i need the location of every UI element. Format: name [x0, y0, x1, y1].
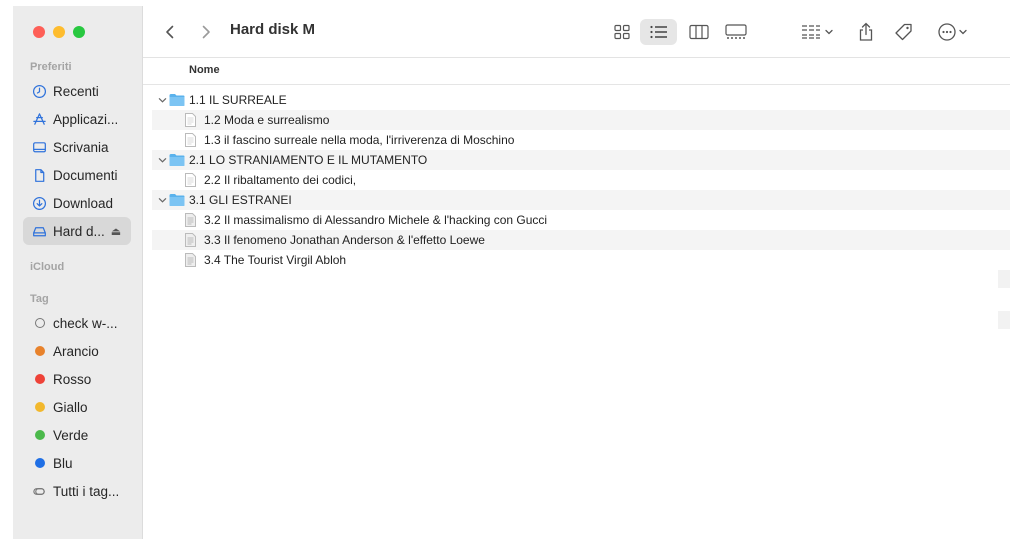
sidebar-item-hard-disk[interactable]: Hard d... ⏏	[23, 217, 131, 245]
list-item[interactable]: 1.3 il fascino surreale nella moda, l'ir…	[152, 130, 1010, 150]
finder-window: Preferiti Recenti Applicazi... Scrivania…	[13, 6, 1010, 539]
sidebar-item-downloads[interactable]: Download	[23, 189, 131, 217]
icon-view-button[interactable]	[609, 19, 635, 45]
disclosure-chevron-icon[interactable]	[156, 156, 169, 165]
icon-view-icon	[614, 24, 630, 40]
clock-icon	[32, 84, 47, 99]
document-file-icon	[185, 253, 196, 267]
zoom-button[interactable]	[73, 26, 85, 38]
gallery-view-button[interactable]	[721, 19, 751, 45]
download-icon	[32, 196, 47, 211]
folder-icon	[169, 153, 185, 167]
document-file-icon	[185, 133, 196, 147]
main-pane: Hard disk M Nome 1.1 IL SURREALE 1.2 Mod…	[143, 6, 1010, 539]
sidebar: Preferiti Recenti Applicazi... Scrivania…	[13, 6, 143, 539]
sidebar-item-recents[interactable]: Recenti	[23, 77, 131, 105]
window-controls	[33, 26, 85, 38]
window-title: Hard disk M	[230, 21, 316, 38]
group-icon	[802, 25, 833, 39]
document-file-icon	[185, 213, 196, 227]
column-header: Nome	[143, 58, 1010, 85]
sidebar-section-tags: Tag	[30, 293, 49, 305]
list-item[interactable]: 2.2 Il ribaltamento dei codici,	[152, 170, 1010, 190]
minimize-button[interactable]	[53, 26, 65, 38]
all-tags-icon	[32, 484, 47, 499]
file-list: 1.1 IL SURREALE 1.2 Moda e surrealismo 1…	[152, 90, 1010, 270]
sidebar-tag-green[interactable]: Verde	[23, 421, 131, 449]
sidebar-section-favorites: Preferiti	[30, 61, 72, 73]
folder-icon	[169, 93, 185, 107]
sidebar-tag-red[interactable]: Rosso	[23, 365, 131, 393]
sidebar-section-icloud: iCloud	[30, 261, 65, 273]
back-button[interactable]	[160, 19, 180, 45]
share-button[interactable]	[855, 19, 877, 45]
document-file-icon	[185, 113, 196, 127]
share-icon	[859, 22, 873, 41]
sidebar-tag-orange[interactable]: Arancio	[23, 337, 131, 365]
disclosure-chevron-icon[interactable]	[156, 96, 169, 105]
more-icon	[938, 23, 967, 41]
more-button[interactable]	[935, 19, 975, 45]
yellow-tag-dot-icon	[32, 400, 47, 415]
tag-ring-icon	[32, 316, 47, 331]
tag-icon	[895, 23, 912, 41]
folder-icon	[169, 193, 185, 207]
disclosure-chevron-icon[interactable]	[156, 196, 169, 205]
list-item[interactable]: 3.3 Il fenomeno Jonathan Anderson & l'ef…	[152, 230, 1010, 250]
chevron-left-icon	[166, 25, 174, 39]
document-file-icon	[185, 233, 196, 247]
forward-button[interactable]	[196, 19, 216, 45]
green-tag-dot-icon	[32, 428, 47, 443]
document-file-icon	[185, 173, 196, 187]
chevron-right-icon	[202, 25, 210, 39]
close-button[interactable]	[33, 26, 45, 38]
eject-icon[interactable]: ⏏	[111, 225, 121, 238]
orange-tag-dot-icon	[32, 344, 47, 359]
sidebar-tag-yellow[interactable]: Giallo	[23, 393, 131, 421]
list-item[interactable]: 3.1 GLI ESTRANEI	[152, 190, 1010, 210]
list-item[interactable]: 1.2 Moda e surrealismo	[152, 110, 1010, 130]
list-item[interactable]: 3.4 The Tourist Virgil Abloh	[152, 250, 1010, 270]
scroll-indicator[interactable]	[998, 270, 1010, 288]
gallery-view-icon	[725, 24, 747, 39]
list-item[interactable]: 3.2 Il massimalismo di Alessandro Michel…	[152, 210, 1010, 230]
group-button[interactable]	[798, 19, 838, 45]
sidebar-item-applications[interactable]: Applicazi...	[23, 105, 131, 133]
sidebar-tag-all[interactable]: Tutti i tag...	[23, 477, 131, 505]
blue-tag-dot-icon	[32, 456, 47, 471]
desktop-icon	[32, 140, 47, 155]
red-tag-dot-icon	[32, 372, 47, 387]
sidebar-item-documents[interactable]: Documenti	[23, 161, 131, 189]
list-view-button[interactable]	[640, 19, 677, 45]
column-view-button[interactable]	[686, 19, 712, 45]
hard-disk-icon	[32, 224, 47, 239]
sidebar-tag-check[interactable]: check w-...	[23, 309, 131, 337]
toolbar: Hard disk M	[143, 6, 1010, 58]
list-view-icon	[649, 25, 667, 39]
tag-button[interactable]	[893, 19, 915, 45]
list-item[interactable]: 1.1 IL SURREALE	[152, 90, 1010, 110]
list-item[interactable]: 2.1 LO STRANIAMENTO E IL MUTAMENTO	[152, 150, 1010, 170]
sidebar-item-desktop[interactable]: Scrivania	[23, 133, 131, 161]
applications-icon	[32, 112, 47, 127]
scroll-indicator[interactable]	[998, 311, 1010, 329]
document-icon	[32, 168, 47, 183]
column-header-name[interactable]: Nome	[189, 64, 220, 76]
column-view-icon	[689, 24, 709, 40]
sidebar-tag-blue[interactable]: Blu	[23, 449, 131, 477]
